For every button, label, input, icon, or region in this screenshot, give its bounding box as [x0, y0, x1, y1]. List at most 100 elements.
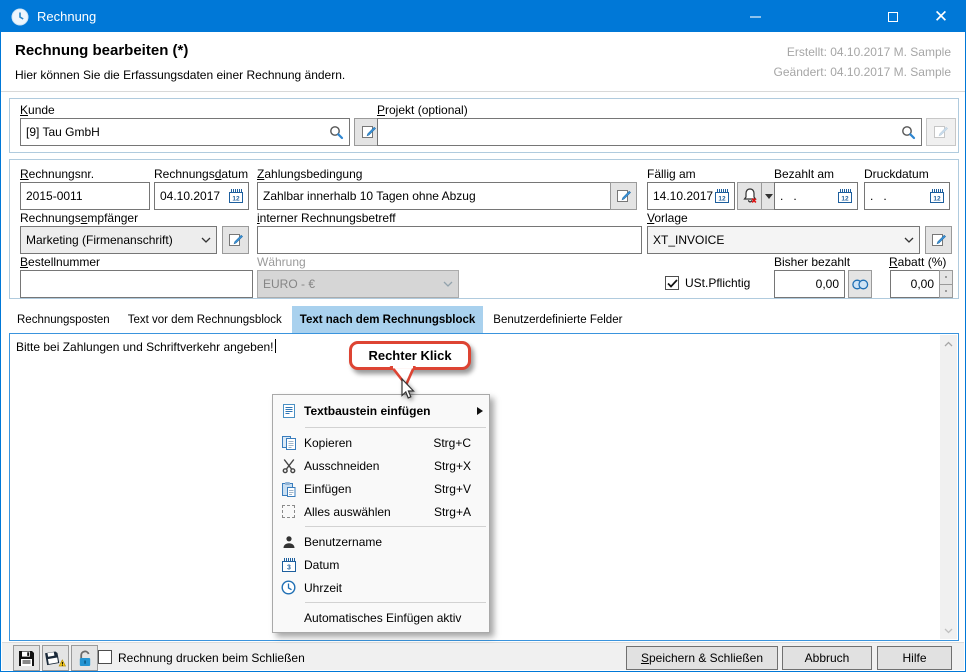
kunde-label: Kunde — [20, 103, 55, 117]
projekt-label: Projekt (optional) — [377, 103, 468, 117]
rechnungsdatum-input[interactable]: 04.10.2017 12 — [154, 182, 249, 210]
tab-text-nach-rechnungsblock[interactable]: Text nach dem Rechnungsblock — [292, 306, 484, 333]
rabatt-input[interactable]: 0,00 — [890, 270, 940, 298]
modified-meta: Geändert: 04.10.2017 M. Sample — [774, 65, 951, 79]
menu-item-automatisches-einfuegen[interactable]: Automatisches Einfügen aktiv — [273, 606, 489, 629]
bestellnummer-input[interactable] — [20, 270, 253, 298]
reminder-split-button[interactable] — [737, 182, 776, 210]
empfaenger-label: Rechnungsempfänger — [20, 211, 138, 225]
vorlage-dropdown[interactable]: XT_INVOICE — [647, 226, 920, 254]
svg-text:12: 12 — [841, 196, 849, 203]
minimize-icon — [750, 16, 761, 18]
tab-text-vor-rechnungsblock[interactable]: Text vor dem Rechnungsblock — [120, 306, 290, 333]
submenu-arrow-icon — [477, 407, 483, 415]
search-icon[interactable] — [901, 125, 916, 140]
save-icon — [18, 650, 35, 667]
scroll-up-button[interactable] — [940, 335, 957, 352]
stepper-up-button[interactable] — [939, 270, 953, 285]
waehrung-dropdown: EURO - € — [257, 270, 459, 298]
calendar-icon[interactable]: 12 — [715, 189, 729, 203]
rechnungsnr-input[interactable]: 2015-0011 — [20, 182, 150, 210]
mouse-cursor — [398, 378, 418, 402]
paste-icon — [273, 481, 304, 497]
save-button[interactable] — [13, 645, 40, 671]
bezahlt-label: Bezahlt am — [774, 167, 834, 181]
document-icon — [273, 403, 304, 419]
menu-item-benutzername[interactable]: Benutzername — [273, 530, 489, 553]
tab-benutzerdefinierte-felder[interactable]: Benutzerdefinierte Felder — [485, 306, 630, 333]
print-checkbox-label: Rechnung drucken beim Schließen — [118, 651, 305, 665]
lock-button[interactable] — [71, 645, 98, 671]
chevron-down-icon — [904, 237, 914, 244]
save-warning-button[interactable] — [42, 645, 69, 671]
app-icon — [11, 8, 29, 26]
bisher-input[interactable]: 0,00 — [774, 270, 845, 298]
bezahlt-input[interactable]: . . 12 — [774, 182, 858, 210]
chevron-down-icon — [443, 281, 453, 288]
empfaenger-edit-button[interactable] — [222, 226, 249, 254]
menu-item-ausschneiden[interactable]: Ausschneiden Strg+X — [273, 454, 489, 477]
menu-item-alles-auswaehlen[interactable]: Alles auswählen Strg+A — [273, 500, 489, 523]
scroll-down-button[interactable] — [940, 622, 957, 639]
close-icon: ✕ — [934, 7, 948, 27]
chevron-up-icon — [945, 276, 947, 278]
vorlage-edit-button[interactable] — [925, 226, 952, 254]
calendar-icon[interactable]: 12 — [930, 189, 944, 203]
waehrung-label: Währung — [257, 255, 306, 269]
calendar-icon[interactable]: 12 — [838, 189, 852, 203]
reminder-button[interactable] — [737, 182, 762, 210]
footer-bar: Rechnung drucken beim Schließen Speicher… — [2, 642, 964, 670]
svg-text:12: 12 — [933, 196, 941, 203]
bisher-label: Bisher bezahlt — [774, 255, 850, 269]
save-close-button[interactable]: Speichern & Schließen — [626, 646, 778, 670]
kunde-input[interactable]: [9] Tau GmbH — [20, 118, 350, 146]
page-title: Rechnung bearbeiten (*) — [15, 42, 188, 59]
betreff-label: interner Rechnungsbetreff — [257, 211, 396, 225]
menu-item-textbaustein-einfuegen[interactable]: Textbaustein einfügen — [273, 398, 489, 424]
calendar-icon[interactable]: 12 — [229, 189, 243, 203]
zahlungsbedingung-input[interactable]: Zahlbar innerhalb 10 Tagen ohne Abzug — [257, 182, 615, 210]
menu-item-datum[interactable]: 3 Datum — [273, 553, 489, 576]
title-bar: Rechnung ✕ — [1, 1, 965, 32]
vertical-scrollbar[interactable] — [940, 335, 957, 639]
menu-item-einfuegen[interactable]: Einfügen Strg+V — [273, 477, 489, 500]
created-meta: Erstellt: 04.10.2017 M. Sample — [787, 45, 951, 59]
druckdatum-input[interactable]: . . 12 — [864, 182, 950, 210]
abort-button[interactable]: Abbruch — [782, 646, 872, 670]
rechnungsdatum-label: Rechnungsdatum — [154, 167, 248, 181]
chevron-down-icon — [944, 628, 953, 634]
minimize-button[interactable] — [733, 1, 777, 32]
window-title: Rechnung — [37, 9, 96, 24]
menu-item-uhrzeit[interactable]: Uhrzeit — [273, 576, 489, 599]
rabatt-label: Rabatt (%) — [889, 255, 946, 269]
calendar-icon: 3 — [273, 558, 304, 572]
faellig-input[interactable]: 14.10.2017 12 — [647, 182, 735, 210]
edit-icon — [616, 188, 632, 204]
header-divider — [1, 91, 965, 92]
edit-icon — [361, 124, 377, 140]
menu-item-kopieren[interactable]: Kopieren Strg+C — [273, 431, 489, 454]
projekt-edit-button — [926, 118, 956, 146]
betreff-input[interactable] — [257, 226, 642, 254]
payments-button[interactable] — [848, 270, 872, 298]
svg-text:3: 3 — [287, 564, 291, 571]
vorlage-label: Vorlage — [647, 211, 688, 225]
help-button[interactable]: Hilfe — [877, 646, 952, 670]
ust-checkbox[interactable] — [665, 276, 679, 290]
print-checkbox[interactable] — [98, 650, 112, 664]
close-button[interactable]: ✕ — [919, 1, 963, 32]
zahlungsbedingung-edit-button[interactable] — [610, 182, 637, 210]
empfaenger-dropdown[interactable]: Marketing (Firmenanschrift) — [20, 226, 217, 254]
stepper-down-button[interactable] — [939, 285, 953, 299]
app-window: Rechnung ✕ Rechnung bearbeiten (*) Hier … — [0, 0, 966, 672]
clock-icon — [273, 580, 304, 595]
check-icon — [667, 279, 678, 288]
rabatt-stepper[interactable] — [939, 270, 953, 298]
projekt-input[interactable] — [377, 118, 922, 146]
coins-icon — [852, 278, 869, 291]
menu-separator — [305, 526, 486, 527]
maximize-button[interactable] — [871, 1, 915, 32]
menu-separator — [305, 427, 486, 428]
search-icon[interactable] — [329, 125, 344, 140]
tab-rechnungsposten[interactable]: Rechnungsposten — [9, 306, 118, 333]
